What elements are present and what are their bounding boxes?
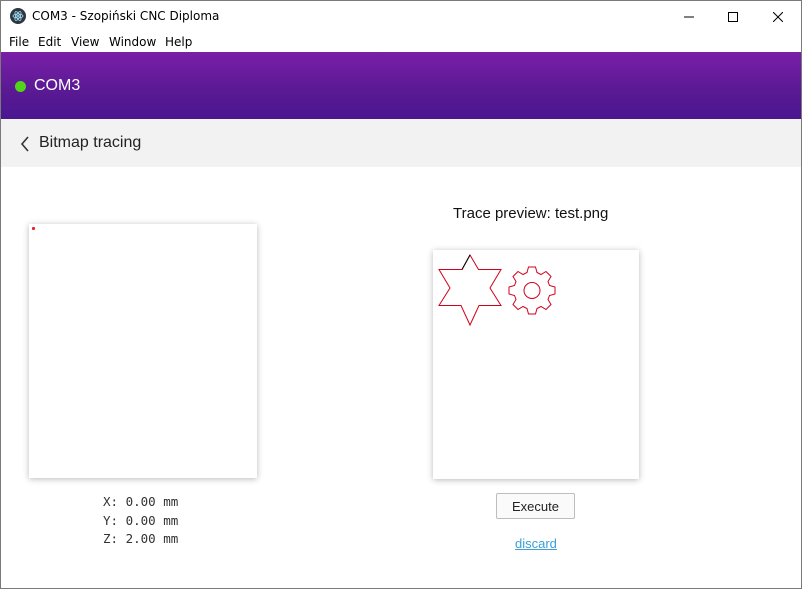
menu-help[interactable]: Help xyxy=(165,35,192,49)
minimize-button[interactable] xyxy=(666,1,712,32)
menu-view[interactable]: View xyxy=(71,35,99,49)
electron-icon xyxy=(10,8,26,24)
position-y: Y: 0.00 mm xyxy=(103,512,179,528)
minimize-icon xyxy=(684,16,694,17)
gear-shape xyxy=(508,266,556,315)
menu-edit[interactable]: Edit xyxy=(38,35,61,49)
position-readout: X: 0.00 mm Y: 0.00 mm Z: 2.00 mm xyxy=(103,493,178,549)
menu-file[interactable]: File xyxy=(9,35,29,49)
menu-window[interactable]: Window xyxy=(109,35,156,49)
star-shape xyxy=(438,253,502,327)
trace-preview-canvas xyxy=(433,250,639,479)
back-button[interactable] xyxy=(19,135,33,153)
position-x: X: 0.00 mm xyxy=(103,494,179,509)
maximize-icon xyxy=(728,11,738,22)
chevron-left-icon xyxy=(20,136,29,152)
page-header: Bitmap tracing xyxy=(1,119,801,167)
title-bar: COM3 - Szopiński CNC Diploma xyxy=(1,1,801,32)
preview-title: Trace preview: test.png xyxy=(453,205,609,222)
tool-position-marker xyxy=(32,227,35,230)
close-button[interactable] xyxy=(755,1,801,32)
close-icon xyxy=(773,11,783,22)
execute-button[interactable]: Execute xyxy=(496,493,575,519)
connection-header: COM3 xyxy=(1,52,801,119)
connection-status-dot xyxy=(15,81,26,92)
port-name: COM3 xyxy=(34,77,81,94)
page-title: Bitmap tracing xyxy=(39,134,142,151)
discard-link[interactable]: discard xyxy=(515,536,557,551)
position-z: Z: 2.00 mm xyxy=(103,531,179,546)
maximize-button[interactable] xyxy=(710,1,756,32)
menu-bar: File Edit View Window Help xyxy=(1,32,801,52)
workspace-canvas[interactable] xyxy=(29,224,257,478)
window-title: COM3 - Szopiński CNC Diploma xyxy=(32,9,220,23)
